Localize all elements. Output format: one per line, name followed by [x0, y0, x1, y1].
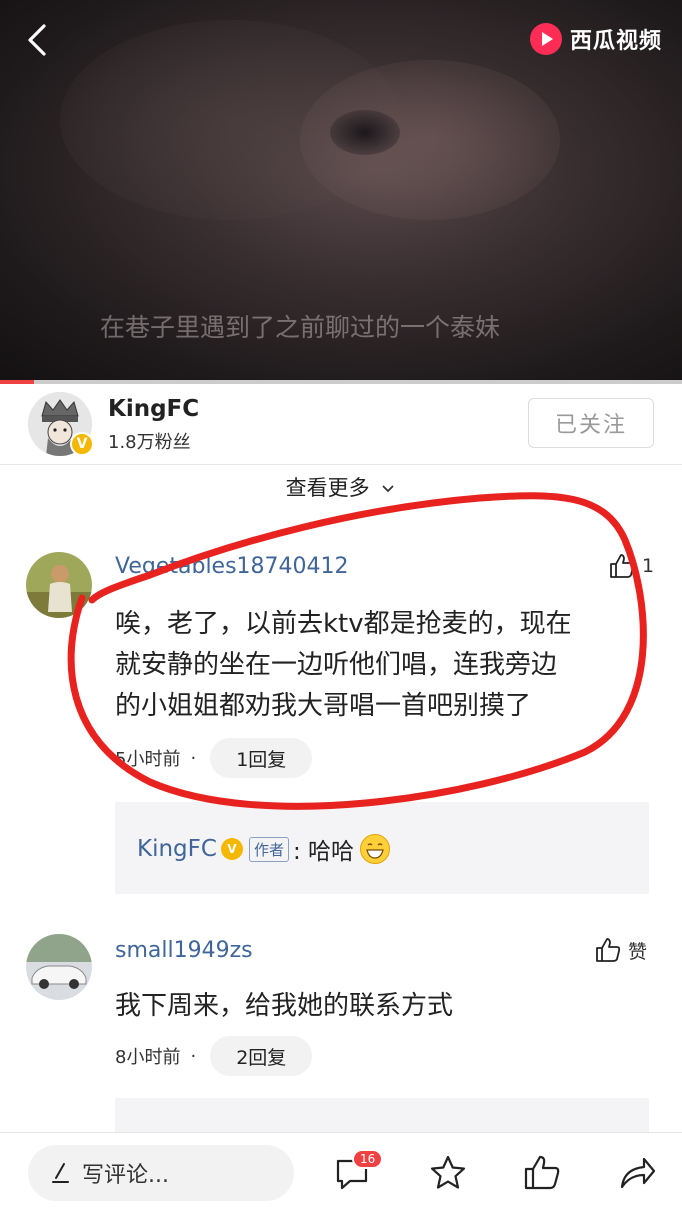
- back-arrow-icon[interactable]: [22, 22, 56, 58]
- pencil-icon: [52, 1163, 69, 1183]
- comment-line: 的小姐姐都劝我大哥唱一首吧别摸了: [115, 691, 532, 721]
- chevron-down-icon: [382, 485, 394, 493]
- like-count: 1: [642, 555, 655, 577]
- comment-count-badge: 16: [352, 1149, 384, 1169]
- logo-text: 西瓜视频: [569, 29, 662, 54]
- view-more-row[interactable]: 查看更多: [0, 472, 682, 502]
- reply-preview[interactable]: KingFC V 作者 : 哈哈: [115, 802, 649, 894]
- comment-time: 8小时前: [115, 1047, 181, 1068]
- comment-meta: 8小时前 · 2回复: [115, 1036, 313, 1076]
- commenter-username[interactable]: small1949zs: [115, 938, 253, 963]
- like-button[interactable]: 赞: [594, 936, 647, 964]
- video-frame-dark-spot: [330, 110, 400, 155]
- write-comment-placeholder: 写评论...: [82, 1163, 169, 1188]
- thumbs-up-icon: [596, 938, 621, 962]
- comment-text: 唉，老了，以前去ktv都是抢麦的，现在 就安静的坐在一边听他们唱，连我旁边 的小…: [115, 604, 655, 727]
- commenter-avatar[interactable]: [26, 552, 92, 618]
- person-photo-icon: [26, 552, 92, 618]
- car-photo-icon: [26, 934, 92, 1000]
- meta-dot: ·: [190, 1045, 197, 1067]
- comment-meta: 5小时前 · 1回复: [115, 738, 313, 778]
- view-more-label[interactable]: 查看更多: [286, 476, 370, 500]
- author-tag: 作者: [248, 836, 289, 862]
- author-bar: V KingFC 1.8万粉丝 已关注: [0, 384, 682, 465]
- comment-time: 5小时前: [115, 749, 181, 770]
- play-logo-icon: [529, 23, 562, 55]
- thumbs-up-icon[interactable]: [522, 1153, 562, 1193]
- video-subtitle: 在巷子里遇到了之前聊过的一个泰妹: [99, 313, 500, 342]
- commenter-username[interactable]: Vegetables18740412: [115, 554, 349, 579]
- thumbs-up-icon: [610, 554, 635, 578]
- verified-badge-icon: V: [70, 432, 94, 456]
- write-comment-input[interactable]: 写评论...: [28, 1145, 294, 1201]
- like-button[interactable]: 1: [608, 552, 654, 580]
- video-player[interactable]: 西瓜视频 在巷子里遇到了之前聊过的一个泰妹: [0, 0, 682, 380]
- star-icon[interactable]: [428, 1153, 468, 1193]
- comment-text: 我下周来，给我她的联系方式: [115, 986, 655, 1027]
- meta-dot: ·: [190, 747, 197, 769]
- reply-count-button[interactable]: 2回复: [210, 1036, 313, 1076]
- author-fans-count: 1.8万粉丝: [108, 432, 191, 453]
- commenter-avatar[interactable]: [26, 934, 92, 1000]
- comment-line: 唉，老了，以前去ktv都是抢麦的，现在: [115, 609, 572, 639]
- grin-emoji-icon: [360, 834, 391, 864]
- app-logo: 西瓜视频: [529, 22, 662, 56]
- reply-line: KingFC V 作者 : 哈哈: [137, 832, 391, 866]
- author-name[interactable]: KingFC: [108, 396, 199, 422]
- verified-badge-icon: V: [220, 838, 243, 860]
- reply-author-name[interactable]: KingFC: [137, 836, 217, 862]
- bottom-toolbar: 写评论... 16: [0, 1132, 682, 1214]
- like-label: 赞: [628, 940, 648, 963]
- comment-line: 我下周来，给我她的联系方式: [115, 991, 454, 1021]
- follow-button[interactable]: 已关注: [528, 398, 654, 448]
- comment-line: 就安静的坐在一边听他们唱，连我旁边: [115, 650, 558, 680]
- share-icon[interactable]: [616, 1153, 656, 1193]
- reply-text: : 哈哈: [292, 839, 355, 865]
- reply-count-button[interactable]: 1回复: [210, 738, 313, 778]
